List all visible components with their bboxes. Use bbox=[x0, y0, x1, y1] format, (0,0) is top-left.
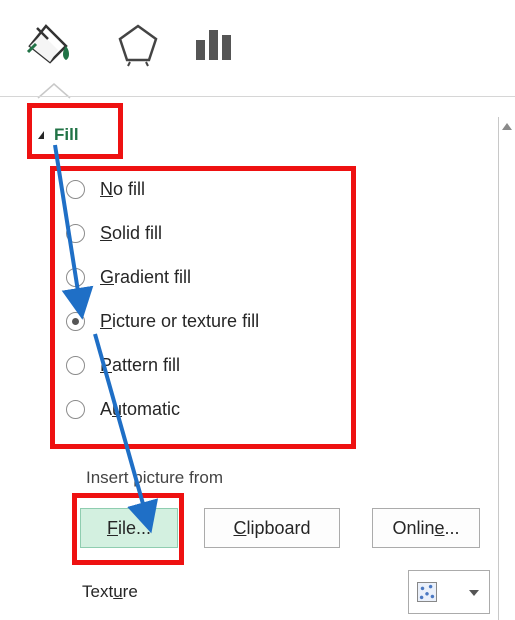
arrow-fill-to-picture-option bbox=[53, 144, 94, 320]
arrow-picture-option-to-file-button bbox=[93, 333, 159, 534]
annotation-arrows bbox=[53, 144, 159, 534]
